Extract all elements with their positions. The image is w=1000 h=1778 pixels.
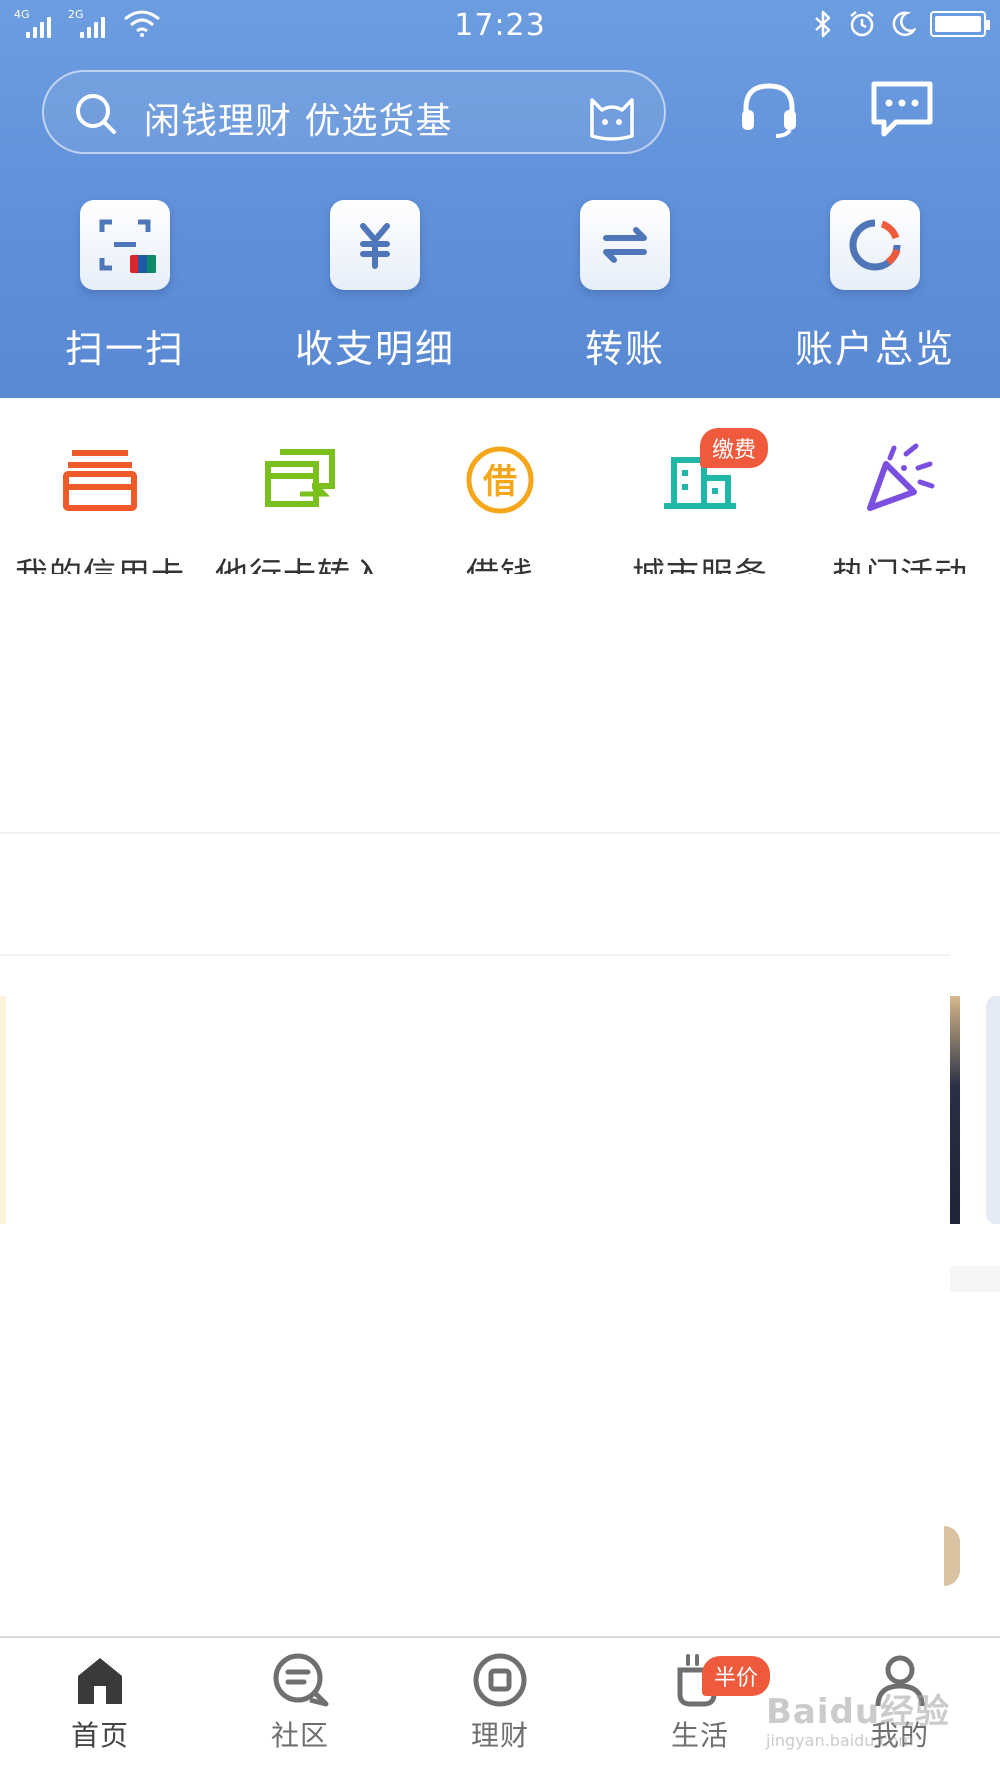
service-label-borrow: 借钱 [400,548,600,574]
service-credit-card[interactable]: 我的信用卡 [0,438,200,574]
nav-label-home: 首页 [70,1719,129,1752]
moon-icon [892,11,916,37]
quick-action-transfer[interactable]: 转账 [500,196,750,373]
home-icon [78,1658,122,1704]
placeholder-tan [944,1526,960,1586]
nav-community[interactable]: 社区 [200,1652,400,1754]
city-badge: 缴费 [700,428,769,468]
search-bar[interactable]: 闲钱理财 优选货基 [42,70,666,154]
credit-card-icon [60,438,140,518]
overview-ring-icon [830,200,920,290]
quick-label-statement: 收支明细 [294,327,455,371]
divider [0,954,950,956]
nav-label-life: 生活 [670,1719,729,1752]
service-borrow[interactable]: 借 借钱 [400,438,600,574]
service-hot-events[interactable]: 热门活动 [800,438,1000,574]
life-badge: 半价 [702,1656,771,1696]
nav-wealth[interactable]: 理财 [400,1652,600,1754]
service-city[interactable]: 缴费 城市服务 [600,428,800,574]
quick-label-scan: 扫一扫 [64,327,185,371]
banner-edge-right [950,996,960,1224]
nav-profile[interactable]: 我的 [800,1652,1000,1754]
status-right [812,10,990,38]
search-icon [76,94,116,134]
placeholder-gray [950,1266,1000,1292]
bottom-nav: 首页 社区 理财 半价 生活 我的 [0,1636,1000,1778]
nav-label-profile: 我的 [870,1719,929,1752]
quick-action-scan[interactable]: 扫一扫 [0,196,250,373]
service-row: 我的信用卡 他行卡转入 借 借钱 [0,398,1000,574]
quick-action-statement[interactable]: 收支明细 [250,196,500,373]
nav-label-wealth: 理财 [470,1719,529,1752]
search-placeholder: 闲钱理财 优选货基 [144,101,453,142]
quick-label-transfer: 转账 [584,327,665,371]
mascot-icon[interactable] [584,86,640,142]
community-chat-icon [273,1653,329,1707]
message-icon[interactable] [870,78,934,140]
card-transfer-in-icon [260,438,340,518]
service-label-city: 城市服务 [600,548,800,574]
scan-icon [80,200,170,290]
profile-icon [875,1655,925,1707]
city-building-icon: 缴费 [660,428,769,518]
quick-label-overview: 账户总览 [794,327,955,371]
service-label-hot-events: 热门活动 [800,548,1000,574]
borrow-glyph: 借 [482,462,517,502]
headset-icon[interactable] [738,78,800,140]
banner-edge-far-right [986,996,1000,1224]
service-card-transfer-in[interactable]: 他行卡转入 [200,438,400,574]
transfer-icon [580,200,670,290]
nav-life[interactable]: 半价 生活 [600,1652,800,1754]
alarm-icon [850,11,874,37]
yuan-icon [330,200,420,290]
divider [0,832,1000,834]
nav-label-community: 社区 [270,1719,329,1752]
quick-action-overview[interactable]: 账户总览 [750,196,1000,373]
bluetooth-icon [815,10,831,38]
status-bar: 4G 2G 17:23 [0,0,1000,52]
wealth-icon [473,1653,527,1707]
party-popper-icon [860,438,940,518]
header: 4G 2G 17:23 闲钱理财 优选货基 扫一扫 收支明细 转账 账户总览 [0,0,1000,398]
service-label-card-transfer-in: 他行卡转入 [200,548,400,574]
nav-home[interactable]: 首页 [0,1652,200,1754]
borrow-icon: 借 [460,438,540,518]
battery-icon [930,11,990,37]
banner-edge-left [0,996,6,1224]
service-label-credit-card: 我的信用卡 [0,548,200,574]
quick-actions: 扫一扫 收支明细 转账 账户总览 [0,196,1000,376]
